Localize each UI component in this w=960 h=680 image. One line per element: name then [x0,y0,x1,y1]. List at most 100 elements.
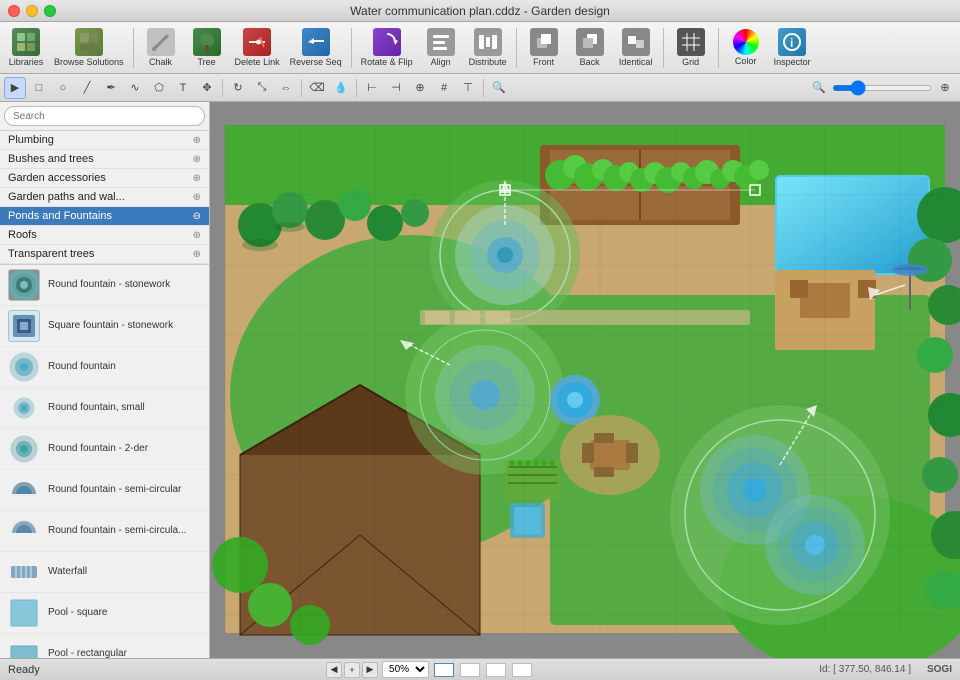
page-thumbnail-3[interactable] [486,663,506,677]
page-thumbnail-1[interactable] [434,663,454,677]
toolbar-inspector[interactable]: i Inspector [770,26,815,70]
status-center: ◀ + ▶ 50% [56,661,803,678]
window-controls[interactable] [8,5,56,17]
zoom-out-btn[interactable]: 🔍 [808,77,830,99]
scale-tool[interactable]: ⤡ [251,77,273,99]
move-tool[interactable]: ✥ [196,77,218,99]
tool-sep-4 [483,79,484,97]
list-item[interactable]: Round fountain - 2-der [0,429,209,470]
toolbar-color[interactable]: Color [724,27,768,69]
next-page-btn[interactable]: ▶ [362,662,378,678]
maximize-button[interactable] [44,5,56,17]
tool-sep-3 [356,79,357,97]
category-bushes[interactable]: Bushes and trees ⊕ [0,150,209,169]
tree-label: Tree [197,58,215,68]
item-thumbnail [8,310,40,342]
search-input[interactable] [4,106,205,126]
sidebar: Plumbing ⊕ Bushes and trees ⊕ Garden acc… [0,102,210,658]
category-roofs[interactable]: Roofs ⊕ [0,226,209,245]
toolbar-delete-link[interactable]: Delete Link [231,26,284,70]
category-ponds[interactable]: Ponds and Fountains ⊖ [0,207,209,226]
circle-tool[interactable]: ○ [52,77,74,99]
toolbar-sep-3 [516,28,517,68]
snap-tool[interactable]: ⊕ [409,77,431,99]
browse-icon [75,28,103,56]
list-item[interactable]: Round fountain, small [0,388,209,429]
toolbar-chalk[interactable]: Chalk [139,26,183,70]
minimize-button[interactable] [26,5,38,17]
main-content: Plumbing ⊕ Bushes and trees ⊕ Garden acc… [0,102,960,658]
prev-page-btn[interactable]: ◀ [326,662,342,678]
rect-tool[interactable]: □ [28,77,50,99]
page-thumbnail-4[interactable] [512,663,532,677]
category-collapse-icon: ⊖ [193,211,201,222]
align-left-tool[interactable]: ⊢ [361,77,383,99]
inspector-label: Inspector [774,58,811,68]
category-garden-accessories[interactable]: Garden accessories ⊕ [0,169,209,188]
zoom-slider[interactable] [832,85,932,91]
category-expand-icon: ⊕ [193,173,201,184]
category-expand-icon: ⊕ [193,230,201,241]
search-tool[interactable]: 🔍 [488,77,510,99]
list-item[interactable]: Round fountain - semi-circula... [0,511,209,552]
close-button[interactable] [8,5,20,17]
add-page-btn[interactable]: + [344,662,360,678]
category-plumbing[interactable]: Plumbing ⊕ [0,131,209,150]
toolbar-front[interactable]: Front [522,26,566,70]
toolbar-reverse[interactable]: Reverse Seq [286,26,346,70]
polygon-tool[interactable]: ⬠ [148,77,170,99]
align-center-tool[interactable]: ⊣ [385,77,407,99]
toolbar-libraries[interactable]: Libraries [4,26,48,70]
text-tool[interactable]: T [172,77,194,99]
back-label: Back [580,58,600,68]
distribute-label: Distribute [469,58,507,68]
page-thumbnail-2[interactable] [460,663,480,677]
libraries-icon [12,28,40,56]
item-thumbnail [8,638,40,658]
ortho-tool[interactable]: ⊤ [457,77,479,99]
list-item[interactable]: Waterfall [0,552,209,593]
category-transparent-trees[interactable]: Transparent trees ⊕ [0,245,209,264]
resize-handle[interactable]: SOGI [927,664,952,675]
toolbar-tree[interactable]: Tree [185,26,229,70]
list-item[interactable]: Round fountain - stonework [0,265,209,306]
list-item[interactable]: Round fountain [0,347,209,388]
category-garden-paths[interactable]: Garden paths and wal... ⊕ [0,188,209,207]
toolbar-back[interactable]: Back [568,26,612,70]
rotate-tool[interactable]: ↻ [227,77,249,99]
zoom-in-btn[interactable]: ⊕ [934,77,956,99]
canvas-area[interactable] [210,102,960,658]
bezier-tool[interactable]: ∿ [124,77,146,99]
status-bar: Ready ◀ + ▶ 50% Id: [ 377.50, 846.14 ] S… [0,658,960,680]
browse-label: Browse Solutions [54,58,124,68]
toolbar-align[interactable]: Align [419,26,463,70]
list-item[interactable]: Square fountain - stonework [0,306,209,347]
eraser-tool[interactable]: ⌫ [306,77,328,99]
category-expand-icon: ⊕ [193,154,201,165]
item-thumbnail [8,269,40,301]
chalk-icon [147,28,175,56]
rotate-icon [373,28,401,56]
flip-tool[interactable]: ⇔ [275,77,297,99]
grid-icon [677,28,705,56]
list-item[interactable]: Pool - rectangular [0,634,209,658]
pen-tool[interactable]: ✒ [100,77,122,99]
chalk-label: Chalk [149,58,172,68]
grid-snap-tool[interactable]: # [433,77,455,99]
color-icon [733,29,759,55]
toolbar-grid[interactable]: Grid [669,26,713,70]
toolbar-identical[interactable]: Identical [614,26,658,70]
zoom-dropdown[interactable]: 50% [382,661,429,678]
toolbar-browse[interactable]: Browse Solutions [50,26,128,70]
item-label: Round fountain - semi-circula... [48,525,186,537]
category-expand-icon: ⊕ [193,135,201,146]
eyedrop-tool[interactable]: 💧 [330,77,352,99]
identical-label: Identical [619,58,653,68]
list-item[interactable]: Round fountain - semi-circular [0,470,209,511]
item-thumbnail [8,556,40,588]
toolbar-distribute[interactable]: Distribute [465,26,511,70]
select-tool[interactable]: ▶ [4,77,26,99]
list-item[interactable]: Pool - square [0,593,209,634]
line-tool[interactable]: ╱ [76,77,98,99]
toolbar-rotate[interactable]: Rotate & Flip [357,26,417,70]
